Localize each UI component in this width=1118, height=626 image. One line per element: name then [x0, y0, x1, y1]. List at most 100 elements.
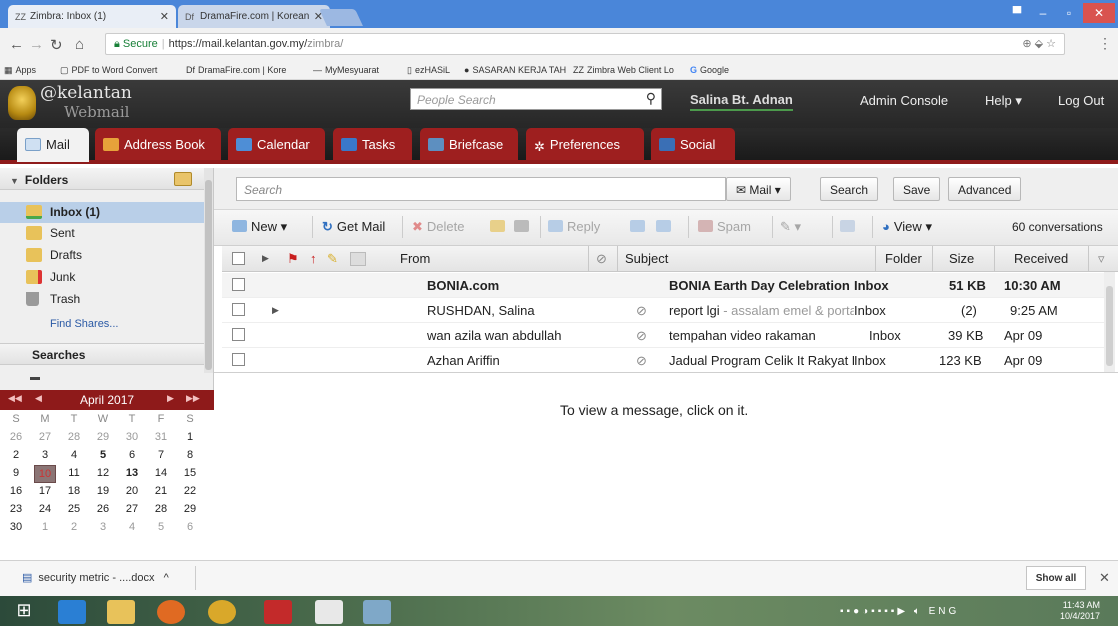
tab-address-book[interactable]: Address Book [95, 128, 221, 160]
zoom-icon[interactable]: ⊕ [1022, 38, 1031, 50]
attachment-column-icon[interactable]: ⊘ [596, 251, 607, 267]
folder-sent[interactable]: Sent [0, 223, 204, 244]
calendar-day[interactable]: 3 [92, 521, 114, 533]
calendar-day[interactable]: 18 [63, 485, 85, 497]
select-all-checkbox[interactable] [232, 252, 245, 265]
calendar-day[interactable]: 28 [150, 503, 172, 515]
bookmark-mymesyuarat[interactable]: — MyMesyuarat [313, 65, 379, 75]
get-mail-button[interactable]: ↻ Get Mail [322, 219, 385, 235]
admin-console-link[interactable]: Admin Console [860, 93, 948, 108]
calendar-day[interactable]: 25 [63, 503, 85, 515]
calendar-day[interactable]: 2 [5, 449, 27, 461]
subject-column-header[interactable]: Subject [625, 251, 668, 266]
next-year-icon[interactable]: ▶▶ [186, 393, 200, 404]
calendar-day[interactable]: 4 [63, 449, 85, 461]
reply-all-button[interactable] [630, 219, 649, 234]
row-checkbox[interactable] [232, 303, 245, 316]
calendar-day[interactable]: 26 [5, 431, 27, 443]
tab-calendar[interactable]: Calendar [228, 128, 325, 160]
next-month-icon[interactable]: ▶ [167, 393, 174, 404]
bookmark-google[interactable]: G Google [690, 65, 729, 75]
from-column-header[interactable]: From [400, 251, 430, 266]
calendar-day[interactable]: 2 [63, 521, 85, 533]
new-window-button[interactable] [840, 219, 859, 234]
bookmark-zimbra[interactable]: ZZ Zimbra Web Client Lo [573, 65, 674, 75]
chevron-up-icon[interactable]: ^ [164, 572, 169, 584]
download-item[interactable]: ▤ security metric - ....docx ^ [22, 571, 169, 584]
tag-column-icon[interactable]: ✎ [327, 251, 338, 267]
move-button[interactable] [490, 219, 509, 234]
calendar-day[interactable]: 17 [34, 485, 56, 497]
folder-trash[interactable]: Trash [0, 289, 204, 310]
new-tab-button[interactable] [319, 9, 363, 26]
calendar-day[interactable]: 4 [121, 521, 143, 533]
table-row[interactable]: Azhan Ariffin ⊘ Jadual Program Celik It … [222, 348, 1104, 373]
calendar-day[interactable]: 22 [179, 485, 201, 497]
size-column-header[interactable]: Size [949, 251, 974, 266]
calendar-day[interactable]: 24 [34, 503, 56, 515]
calendar-day[interactable]: 5 [150, 521, 172, 533]
calendar-day[interactable]: 7 [150, 449, 172, 461]
file-explorer-icon[interactable] [107, 600, 135, 624]
calendar-day[interactable]: 6 [179, 521, 201, 533]
document-app-icon[interactable] [315, 600, 343, 624]
calendar-day[interactable]: 13 [121, 467, 143, 479]
folder-scrollbar[interactable] [204, 168, 213, 373]
system-clock[interactable]: 11:43 AM 10/4/2017 [1060, 600, 1100, 622]
user-name[interactable]: Salina Bt. Adnan [690, 92, 793, 111]
column-options-icon[interactable]: ▿ [1098, 251, 1105, 267]
new-folder-icon[interactable] [174, 172, 192, 186]
row-checkbox[interactable] [232, 278, 245, 291]
calendar-day[interactable]: 20 [121, 485, 143, 497]
volume-icon[interactable]: 🔈︎ [914, 606, 923, 617]
find-shares-link[interactable]: Find Shares... [50, 318, 118, 330]
logout-link[interactable]: Log Out [1058, 93, 1104, 108]
forward-arrow-icon[interactable]: → [29, 36, 44, 53]
calendar-day[interactable]: 31 [150, 431, 172, 443]
calendar-day[interactable]: 28 [63, 431, 85, 443]
table-row[interactable]: ▶ RUSHDAN, Salina ⊘ report lgi - assalam… [222, 298, 1104, 323]
calendar-day[interactable]: 14 [150, 467, 172, 479]
extension-icon[interactable]: ⬙ [1035, 38, 1043, 50]
search-scope-dropdown[interactable]: ✉ Mail ▾ [726, 177, 791, 201]
bookmark-ezhasil[interactable]: ▯ ezHASiL [407, 65, 450, 76]
calendar-day[interactable]: 23 [5, 503, 27, 515]
folder-drafts[interactable]: Drafts [0, 245, 204, 266]
help-menu[interactable]: Help ▾ [985, 93, 1022, 109]
priority-icon[interactable]: ↑ [310, 251, 317, 266]
window-close-icon[interactable]: ✕ [1083, 3, 1115, 23]
reply-button[interactable]: Reply [548, 219, 600, 234]
bookmark-sasaran[interactable]: ● SASARAN KERJA TAH [464, 65, 566, 75]
received-column-header[interactable]: Received [1014, 251, 1068, 266]
calendar-day[interactable]: 21 [150, 485, 172, 497]
tray-icons[interactable]: ▪▪●◑▪▪▪▪▶ [840, 606, 908, 617]
calendar-day[interactable]: 12 [92, 467, 114, 479]
tab-social[interactable]: Social [651, 128, 735, 160]
calendar-day[interactable]: 30 [121, 431, 143, 443]
expand-conversation-icon[interactable]: ▶ [272, 305, 279, 316]
prev-month-icon[interactable]: ◀ [35, 393, 42, 404]
show-all-downloads-button[interactable]: Show all [1026, 566, 1086, 590]
browser-tab-dramafire[interactable]: Df DramaFire.com | Korean ✕ [178, 5, 330, 28]
people-search-input[interactable]: People Search ⚲ [410, 88, 662, 110]
url-input[interactable]: 🔒︎ Secure | https://mail.kelantan.gov.my/z… [105, 33, 1065, 55]
calendar-day[interactable]: 1 [179, 431, 201, 443]
windows-start-icon[interactable]: ⊞ [10, 600, 38, 624]
maximize-icon[interactable]: ▫ [1056, 3, 1082, 23]
calendar-day[interactable]: 15 [179, 467, 201, 479]
search-button[interactable]: Search [820, 177, 879, 201]
advanced-search-button[interactable]: Advanced [948, 177, 1022, 201]
app-icon[interactable] [363, 600, 391, 624]
calendar-day[interactable]: 26 [92, 503, 114, 515]
tab-briefcase[interactable]: Briefcase [420, 128, 518, 160]
browser-tab-zimbra[interactable]: ZZ Zimbra: Inbox (1) ✕ [8, 5, 176, 28]
calendar-day[interactable]: 11 [63, 467, 85, 479]
calendar-day[interactable]: 16 [5, 485, 27, 497]
calendar-day[interactable]: 19 [92, 485, 114, 497]
home-icon[interactable]: ⌂ [75, 36, 84, 53]
minimize-icon[interactable]: – [1030, 3, 1056, 23]
calendar-day[interactable]: 9 [5, 467, 27, 479]
user-profile-icon[interactable]: ▀ [1004, 3, 1030, 23]
folder-inbox[interactable]: Inbox (1) [0, 202, 204, 223]
calendar-day[interactable]: 29 [179, 503, 201, 515]
